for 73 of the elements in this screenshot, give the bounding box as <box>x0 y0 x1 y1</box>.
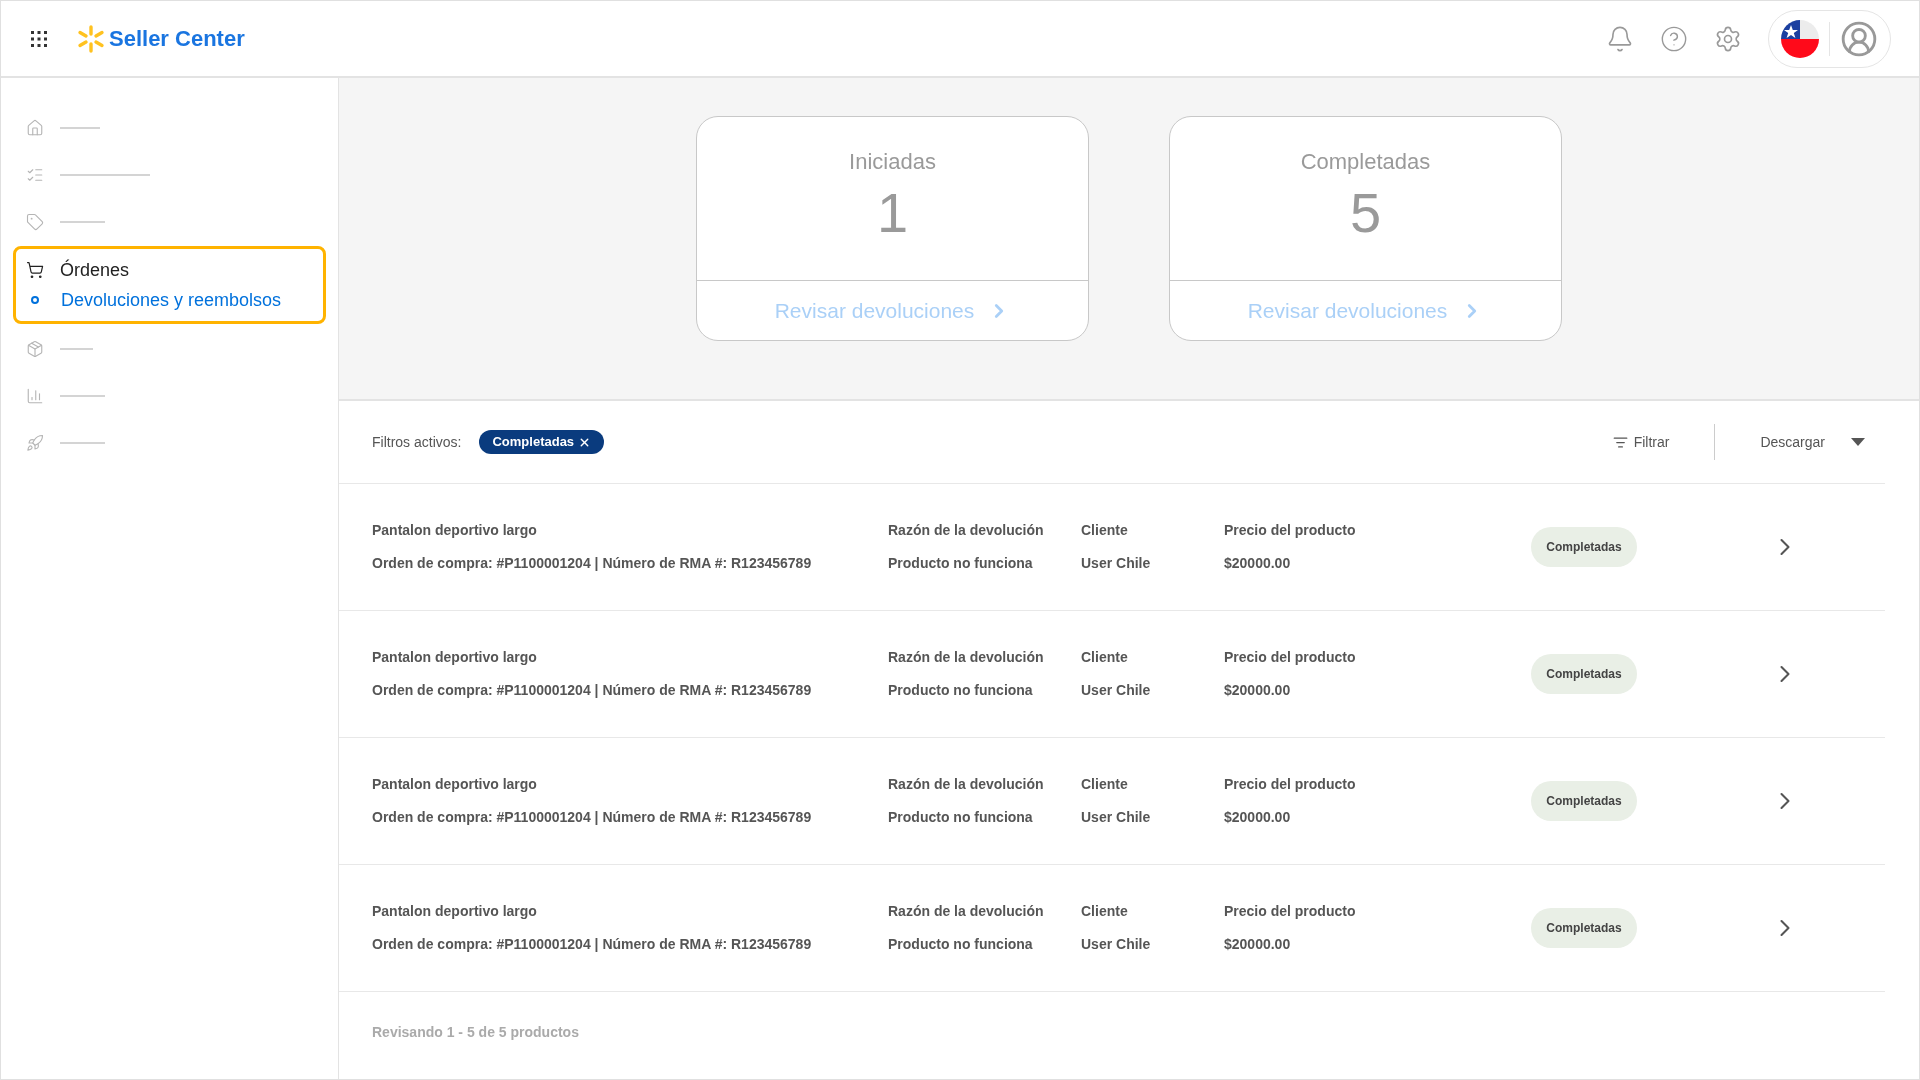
price-value: $20000.00 <box>1224 808 1292 827</box>
placeholder-line <box>60 126 100 129</box>
price-value: $20000.00 <box>1224 681 1292 700</box>
filter-button[interactable]: Filtrar <box>1612 431 1670 453</box>
client-value: User Chile <box>1081 681 1152 700</box>
client-label: Cliente <box>1081 648 1129 667</box>
logo-text[interactable]: Seller Center <box>109 22 245 55</box>
placeholder-line <box>60 220 105 223</box>
reason-value: Producto no funciona <box>888 554 1034 573</box>
sidebar-item[interactable]: Órdenes <box>60 256 130 284</box>
price-label: Precio del producto <box>1224 775 1357 794</box>
filter-chip[interactable]: Completadas <box>479 430 605 454</box>
rocket-icon[interactable] <box>26 433 44 452</box>
client-label: Cliente <box>1081 775 1129 794</box>
return-row[interactable]: Pantalon deportivo largo Orden de compra: #P1100001204 | Número de RMA #: R123456789 Razón de la devolución Producto no funciona Cliente User Chile Precio del producto $20000.00 Completadas <box>339 611 1885 738</box>
order-info: Orden de compra: #P1100001204 | Número de RMA #: R123456789 <box>372 681 813 700</box>
bar-chart-icon[interactable] <box>26 386 44 405</box>
placeholder-line <box>60 394 105 397</box>
reason-label: Razón de la devolución <box>888 521 1045 540</box>
client-value: User Chile <box>1081 554 1152 573</box>
home-icon[interactable] <box>26 118 44 137</box>
placeholder-line <box>60 441 105 444</box>
order-info: Orden de compra: #P1100001204 | Número de RMA #: R123456789 <box>372 935 813 954</box>
reason-value: Producto no funciona <box>888 681 1034 700</box>
notifications-icon[interactable] <box>1606 24 1634 53</box>
status-badge: Completadas <box>1531 654 1637 694</box>
product-name: Pantalon deportivo largo <box>372 648 538 667</box>
user-avatar-icon[interactable] <box>1840 19 1878 58</box>
cart-icon[interactable] <box>26 261 44 279</box>
help-icon[interactable] <box>1660 24 1688 53</box>
order-info: Orden de compra: #P1100001204 | Número de RMA #: R123456789 <box>372 808 813 827</box>
card-title: Iniciadas <box>849 148 936 176</box>
sidebar-subitem[interactable]: Devoluciones y reembolsos <box>61 286 282 314</box>
spark-logo-icon <box>77 23 105 54</box>
reason-value: Producto no funciona <box>888 808 1034 827</box>
results-summary: Revisando 1 - 5 de 5 productos <box>372 1024 579 1040</box>
status-badge: Completadas <box>1531 908 1637 948</box>
product-name: Pantalon deportivo largo <box>372 902 538 921</box>
return-row[interactable]: Pantalon deportivo largo Orden de compra: #P1100001204 | Número de RMA #: R123456789 Razón de la devolución Producto no funciona Cliente User Chile Precio del producto $20000.00 Completadas <box>339 484 1885 611</box>
product-name: Pantalon deportivo largo <box>372 775 538 794</box>
filters-label: Filtros activos: <box>372 432 462 452</box>
download-dropdown[interactable]: Descargar <box>1760 431 1865 453</box>
return-row[interactable]: Pantalon deportivo largo Orden de compra: #P1100001204 | Número de RMA #: R123456789 Razón de la devolución Producto no funciona Cliente User Chile Precio del producto $20000.00 Completadas <box>339 738 1885 865</box>
price-label: Precio del producto <box>1224 521 1357 540</box>
client-label: Cliente <box>1081 902 1129 921</box>
box-icon[interactable] <box>26 339 44 358</box>
order-info: Orden de compra: #P1100001204 | Número de RMA #: R123456789 <box>372 554 813 573</box>
price-label: Precio del producto <box>1224 902 1357 921</box>
product-name: Pantalon deportivo largo <box>372 521 538 540</box>
client-label: Cliente <box>1081 521 1129 540</box>
price-label: Precio del producto <box>1224 648 1357 667</box>
card-count: 1 <box>876 180 909 246</box>
return-row[interactable]: Pantalon deportivo largo Orden de compra: #P1100001204 | Número de RMA #: R123456789 Razón de la devolución Producto no funciona Cliente User Chile Precio del producto $20000.00 Completadas <box>339 865 1885 992</box>
settings-icon[interactable] <box>1714 24 1742 53</box>
placeholder-line <box>60 347 93 350</box>
chile-flag-icon[interactable] <box>1781 19 1819 58</box>
reason-label: Razón de la devolución <box>888 648 1045 667</box>
filter-icon <box>1612 434 1628 450</box>
status-badge: Completadas <box>1531 781 1637 821</box>
status-badge: Completadas <box>1531 527 1637 567</box>
app-grid-icon[interactable] <box>29 28 49 49</box>
caret-down-icon <box>1851 438 1865 446</box>
client-value: User Chile <box>1081 935 1152 954</box>
reason-label: Razón de la devolución <box>888 775 1045 794</box>
bullet-icon <box>31 296 39 304</box>
card-title: Completadas <box>1300 148 1431 176</box>
card-count: 5 <box>1349 180 1382 246</box>
price-value: $20000.00 <box>1224 935 1292 954</box>
reason-value: Producto no funciona <box>888 935 1034 954</box>
client-value: User Chile <box>1081 808 1152 827</box>
tag-icon[interactable] <box>26 212 44 231</box>
reason-label: Razón de la devolución <box>888 902 1045 921</box>
price-value: $20000.00 <box>1224 554 1292 573</box>
